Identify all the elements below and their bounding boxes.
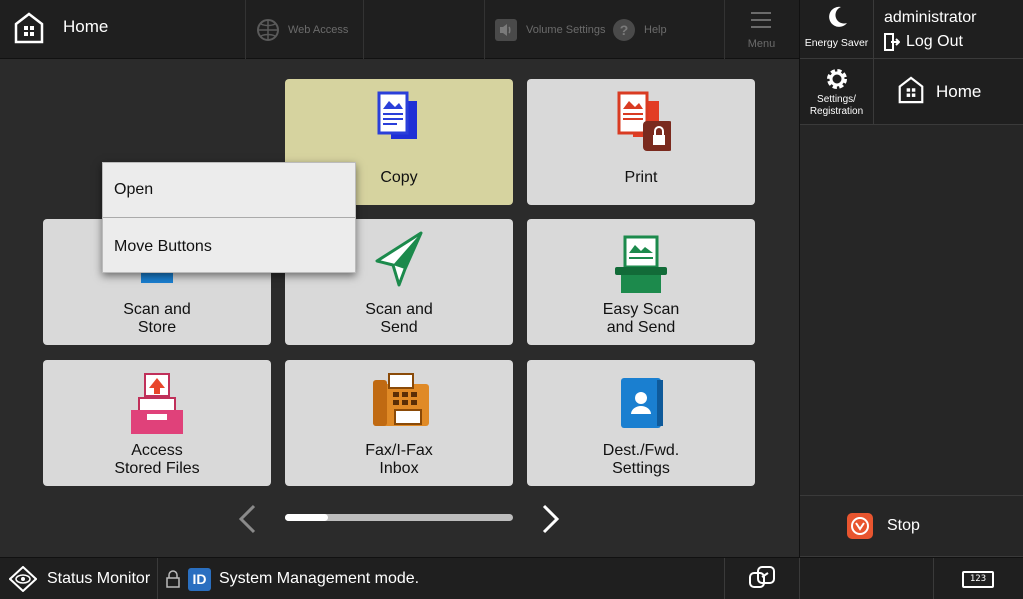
context-menu-open[interactable]: Open <box>103 163 355 218</box>
fax-icon <box>373 373 429 426</box>
previous-page-arrow-icon[interactable] <box>236 503 258 535</box>
page-indicator-thumb[interactable] <box>285 514 328 521</box>
speaker-icon <box>495 18 517 41</box>
access-stored-line1: Access <box>131 442 183 459</box>
dest-fwd-line1: Dest./Fwd. <box>602 442 680 459</box>
stop-label: Stop <box>887 517 920 534</box>
system-message-text: System Management mode. <box>219 570 420 587</box>
username: administrator <box>884 9 977 26</box>
settings-label-line1: Settings/ <box>817 94 856 105</box>
scan-and-send-line1: Scan and <box>365 301 433 318</box>
volume-settings-label: Volume Settings <box>526 23 606 36</box>
easy-scan-line2: and Send <box>606 319 676 336</box>
energy-saver-button[interactable]: Energy Saver <box>800 0 874 59</box>
right-panel: Energy Saver administrator Log Out Setti… <box>799 0 1023 557</box>
moon-icon <box>829 6 847 27</box>
logout-button[interactable]: Log Out <box>884 33 963 51</box>
print-lock-icon <box>617 91 671 151</box>
bottom-bar: Status Monitor ID System Management mode… <box>0 557 1023 599</box>
scan-and-send-line2: Send <box>380 319 418 336</box>
counter-device-icon[interactable] <box>740 563 786 595</box>
fax-inbox-line2: Inbox <box>379 460 419 477</box>
divider <box>363 0 364 59</box>
status-monitor-label: Status Monitor <box>47 570 151 587</box>
stored-files-icon <box>131 373 183 434</box>
fax-inbox-line1: Fax/I-Fax <box>365 442 433 459</box>
settings-registration-label: Settings/ Registration <box>800 94 873 118</box>
paper-plane-icon <box>375 231 423 287</box>
address-book-icon <box>621 378 663 428</box>
copy-icon <box>377 91 417 139</box>
status-monitor-button[interactable]: Status Monitor <box>0 558 158 599</box>
fax-i-fax-inbox-tile[interactable]: Fax/I-Fax Inbox <box>285 360 513 486</box>
easy-scan-and-send-tile[interactable]: Easy Scan and Send <box>527 219 755 345</box>
divider <box>484 0 485 59</box>
easy-scan-and-send-label: Easy Scan and Send <box>527 301 755 337</box>
dest-fwd-settings-tile[interactable]: Dest./Fwd. Settings <box>527 360 755 486</box>
print-tile[interactable]: Print <box>527 79 755 205</box>
top-bar: Home Web Access Volume Settings ? Help M… <box>0 0 799 59</box>
easy-scan-line1: Easy Scan <box>602 301 680 318</box>
energy-saver-label: Energy Saver <box>804 37 869 49</box>
right-home-label: Home <box>936 82 982 101</box>
volume-settings-button[interactable]: Volume Settings <box>494 0 606 59</box>
eye-diamond-icon <box>9 566 37 592</box>
id-badge-icon: ID <box>188 567 211 591</box>
numeric-keypad-button[interactable]: 123 <box>962 571 994 588</box>
help-label: Help <box>644 23 667 36</box>
stop-button[interactable]: Stop <box>800 495 1023 557</box>
scan-and-store-line2: Store <box>137 319 177 336</box>
help-icon: ? <box>613 18 635 41</box>
web-access-label: Web Access <box>288 23 349 36</box>
access-stored-files-label: Access Stored Files <box>43 442 271 478</box>
home-icon <box>14 12 44 44</box>
user-panel: administrator Log Out <box>874 0 1023 59</box>
scan-and-send-label: Scan and Send <box>285 301 513 337</box>
next-page-arrow-icon[interactable] <box>540 503 562 535</box>
svg-text:?: ? <box>620 22 629 38</box>
home-button[interactable]: Home <box>0 0 130 59</box>
easy-scan-icon <box>615 235 667 293</box>
context-menu-move-buttons[interactable]: Move Buttons <box>103 219 355 274</box>
logout-icon <box>884 33 900 51</box>
logout-label: Log Out <box>906 33 963 50</box>
fax-inbox-label: Fax/I-Fax Inbox <box>285 442 513 478</box>
right-home-button[interactable]: Home <box>874 59 1023 125</box>
divider <box>799 558 800 599</box>
access-stored-line2: Stored Files <box>114 460 200 477</box>
scan-and-store-line1: Scan and <box>123 301 191 318</box>
home-icon <box>898 76 924 104</box>
settings-registration-button[interactable]: Settings/ Registration <box>800 59 874 125</box>
settings-label-line2: Registration <box>809 106 864 117</box>
scan-and-store-label: Scan and Store <box>43 301 271 337</box>
dest-fwd-settings-label: Dest./Fwd. Settings <box>527 442 755 478</box>
dest-fwd-line2: Settings <box>612 460 670 477</box>
divider <box>933 558 934 599</box>
print-label: Print <box>624 169 658 186</box>
lock-icon <box>166 570 180 588</box>
system-message: ID System Management mode. <box>166 558 419 599</box>
divider <box>724 558 725 599</box>
home-label: Home <box>63 17 109 36</box>
access-stored-files-tile[interactable]: Access Stored Files <box>43 360 271 486</box>
menu-button[interactable]: Menu <box>724 0 799 59</box>
stop-icon <box>847 513 873 539</box>
help-button[interactable]: ? Help <box>612 0 667 59</box>
gear-icon <box>827 69 847 89</box>
context-menu: Open Move Buttons <box>102 162 356 273</box>
web-access-button[interactable]: Web Access <box>256 0 348 59</box>
hamburger-icon <box>751 12 771 33</box>
divider <box>245 0 246 59</box>
menu-label: Menu <box>747 38 776 50</box>
globe-icon <box>257 18 279 41</box>
